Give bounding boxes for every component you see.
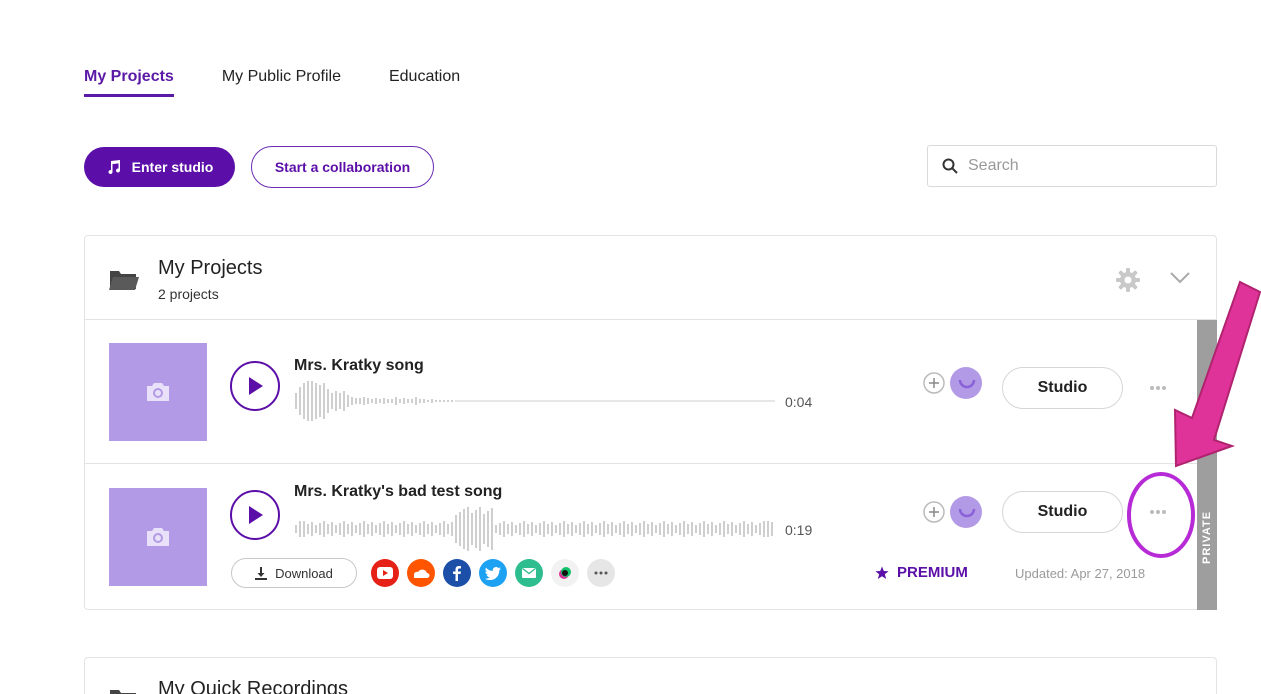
- card-header: My Projects 2 projects: [85, 236, 1216, 320]
- folder-icon: [109, 271, 139, 290]
- download-button[interactable]: Download: [231, 558, 357, 588]
- gear-icon[interactable]: [1116, 268, 1140, 292]
- enter-studio-label: Enter studio: [131, 159, 214, 175]
- soundcloud-icon[interactable]: [407, 559, 435, 587]
- visibility-tab[interactable]: PRIVATE: [1197, 464, 1217, 610]
- card-title: My Quick Recordings: [158, 678, 349, 694]
- updated-date: Updated: Apr 27, 2018: [1015, 566, 1146, 581]
- premium-badge[interactable]: PREMIUM: [875, 564, 968, 581]
- duration: 0:04: [785, 394, 813, 410]
- play-button[interactable]: [230, 490, 280, 540]
- search-icon: [942, 158, 958, 174]
- open-in-studio-button[interactable]: Studio: [1002, 491, 1123, 533]
- share-bar: Download: [231, 558, 615, 588]
- top-tabs: My Projects My Public Profile Education: [84, 68, 460, 97]
- card-title: My Projects: [158, 257, 263, 279]
- play-icon: [249, 506, 263, 524]
- project-row: Mrs. Kratky song 0:04 Studio: [85, 320, 1197, 464]
- facebook-icon[interactable]: [443, 559, 471, 587]
- add-collaborator-icon[interactable]: [918, 358, 988, 408]
- play-icon: [249, 377, 263, 395]
- star-icon: [875, 566, 889, 579]
- email-icon[interactable]: [515, 559, 543, 587]
- duration: 0:19: [785, 522, 813, 538]
- search-box[interactable]: [927, 145, 1217, 187]
- waveform[interactable]: [295, 507, 775, 551]
- my-projects-card: My Projects 2 projects Mrs. Kratky song …: [84, 235, 1217, 610]
- tab-my-public-profile[interactable]: My Public Profile: [222, 68, 341, 97]
- quick-recordings-card: My Quick Recordings: [84, 657, 1217, 694]
- enter-studio-button[interactable]: Enter studio: [84, 147, 235, 187]
- play-button[interactable]: [230, 361, 280, 411]
- project-thumbnail[interactable]: [109, 488, 207, 586]
- add-collaborator-icon[interactable]: [918, 487, 988, 537]
- project-count: 2 projects: [158, 286, 219, 302]
- premium-label: PREMIUM: [897, 564, 968, 581]
- project-thumbnail[interactable]: [109, 343, 207, 441]
- bandlab-icon[interactable]: [551, 559, 579, 587]
- folder-icon: [110, 690, 136, 694]
- download-icon: [255, 566, 268, 580]
- more-icon[interactable]: [1145, 502, 1171, 522]
- camera-icon: [147, 383, 169, 401]
- project-title[interactable]: Mrs. Kratky's bad test song: [294, 483, 502, 501]
- project-title[interactable]: Mrs. Kratky song: [294, 357, 424, 375]
- download-label: Download: [275, 565, 333, 581]
- search-input[interactable]: [968, 157, 1188, 175]
- more-icon[interactable]: [1145, 378, 1171, 398]
- waveform[interactable]: [295, 379, 775, 423]
- start-collaboration-button[interactable]: Start a collaboration: [251, 146, 434, 188]
- chevron-down-icon[interactable]: [1170, 272, 1190, 284]
- tab-my-projects[interactable]: My Projects: [84, 68, 174, 97]
- visibility-tab[interactable]: [1197, 320, 1217, 464]
- youtube-icon[interactable]: [371, 559, 399, 587]
- camera-icon: [147, 528, 169, 546]
- project-row: Mrs. Kratky's bad test song 0:19 Studio …: [85, 464, 1197, 610]
- open-in-studio-button[interactable]: Studio: [1002, 367, 1123, 409]
- more-share-icon[interactable]: [587, 559, 615, 587]
- twitter-icon[interactable]: [479, 559, 507, 587]
- music-note-icon: [108, 160, 120, 175]
- tab-education[interactable]: Education: [389, 68, 460, 97]
